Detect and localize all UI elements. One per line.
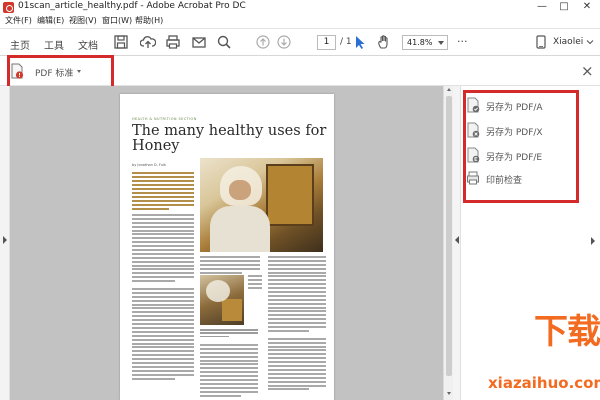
scroll-up-icon[interactable]: [447, 88, 451, 91]
text-column-3: [268, 256, 326, 392]
tab-document[interactable]: 文档: [78, 37, 98, 52]
tab-home[interactable]: 主页: [10, 37, 30, 52]
user-account[interactable]: Xiaolei: [553, 37, 583, 47]
acrobat-app-icon: [3, 2, 14, 13]
document-viewer[interactable]: HEALTH & NUTRITION SECTION The many heal…: [10, 86, 443, 400]
page-total: / 1: [340, 37, 352, 47]
beekeeper-photo: [200, 158, 323, 252]
small-beekeeper-photo: [200, 275, 244, 325]
main-toolbar: 主页 工具 文档 1 / 1 41.8% ··· Xiaolei: [0, 28, 600, 56]
chevron-down-icon: [438, 41, 444, 45]
article-headline-honey: Honey: [132, 138, 180, 154]
photo-caption: [200, 329, 258, 339]
window-title: 01scan_article_healthy.pdf - Adobe Acrob…: [18, 1, 246, 11]
upload-icon[interactable]: [140, 34, 156, 50]
more-tools-button[interactable]: ···: [457, 35, 468, 48]
page-down-icon[interactable]: [276, 34, 292, 50]
close-standard-bar-button[interactable]: ×: [581, 62, 594, 80]
acrobat-window: 01scan_article_healthy.pdf - Adobe Acrob…: [0, 0, 600, 400]
scroll-thumb[interactable]: [446, 96, 452, 376]
user-menu-chevron-icon[interactable]: [586, 38, 594, 46]
menu-view[interactable]: 视图(V): [69, 15, 97, 27]
search-icon[interactable]: [216, 34, 232, 50]
mail-icon[interactable]: [191, 34, 207, 50]
expand-right-pane-icon[interactable]: [591, 237, 595, 245]
collapse-right-pane-icon[interactable]: [455, 236, 459, 244]
section-label: HEALTH & NUTRITION SECTION: [132, 117, 197, 121]
right-pane-collapse-bar[interactable]: [453, 86, 461, 400]
menu-edit[interactable]: 编辑(E): [37, 15, 64, 27]
watermark-brand: 下载火: [534, 312, 600, 352]
text-column-2-bottom: [200, 344, 258, 398]
select-arrow-icon[interactable]: [352, 34, 368, 50]
device-icon[interactable]: [533, 34, 549, 50]
text-beside-small-photo: [248, 275, 262, 291]
title-bar: 01scan_article_healthy.pdf - Adobe Acrob…: [0, 0, 600, 15]
small-beekeeper-veil: [206, 280, 230, 302]
watermark-url: xiazaihuo.com: [488, 374, 600, 392]
beekeeper-face: [229, 180, 251, 200]
text-column-1: [132, 214, 194, 381]
menu-file[interactable]: 文件(F): [5, 15, 32, 27]
scroll-down-icon[interactable]: [447, 392, 451, 395]
zoom-value: 41.8%: [407, 38, 433, 47]
menu-help[interactable]: 帮助(H): [135, 15, 163, 27]
zoom-select[interactable]: 41.8%: [402, 35, 448, 50]
page-number-input[interactable]: 1: [317, 35, 336, 50]
maximize-button[interactable]: □: [554, 0, 574, 14]
hand-icon[interactable]: [376, 34, 392, 50]
menu-window[interactable]: 窗口(W): [102, 15, 132, 27]
article-byline: by Jonathon D. Fulk: [132, 163, 166, 167]
page-up-icon[interactable]: [255, 34, 271, 50]
tab-tools[interactable]: 工具: [44, 37, 64, 52]
highlight-box-panel: [463, 90, 579, 203]
menu-bar: 文件(F) 编辑(E) 视图(V) 窗口(W) 帮助(H): [0, 15, 600, 28]
honeycomb-frame: [266, 164, 314, 226]
beekeeper-suit: [210, 206, 270, 252]
pdf-page[interactable]: HEALTH & NUTRITION SECTION The many heal…: [120, 94, 334, 400]
save-icon[interactable]: [113, 34, 129, 50]
text-column-2-top: [200, 256, 260, 275]
left-navigation-pane[interactable]: [0, 86, 10, 400]
expand-left-pane-icon[interactable]: [3, 236, 7, 244]
vertical-scrollbar[interactable]: [443, 86, 453, 400]
lead-paragraph: [132, 172, 194, 212]
article-headline: The many healthy uses for: [132, 123, 327, 139]
minimize-button[interactable]: —: [532, 0, 552, 14]
small-honeycomb-frame: [222, 299, 242, 321]
print-icon[interactable]: [165, 34, 181, 50]
close-window-button[interactable]: ✕: [577, 0, 597, 14]
